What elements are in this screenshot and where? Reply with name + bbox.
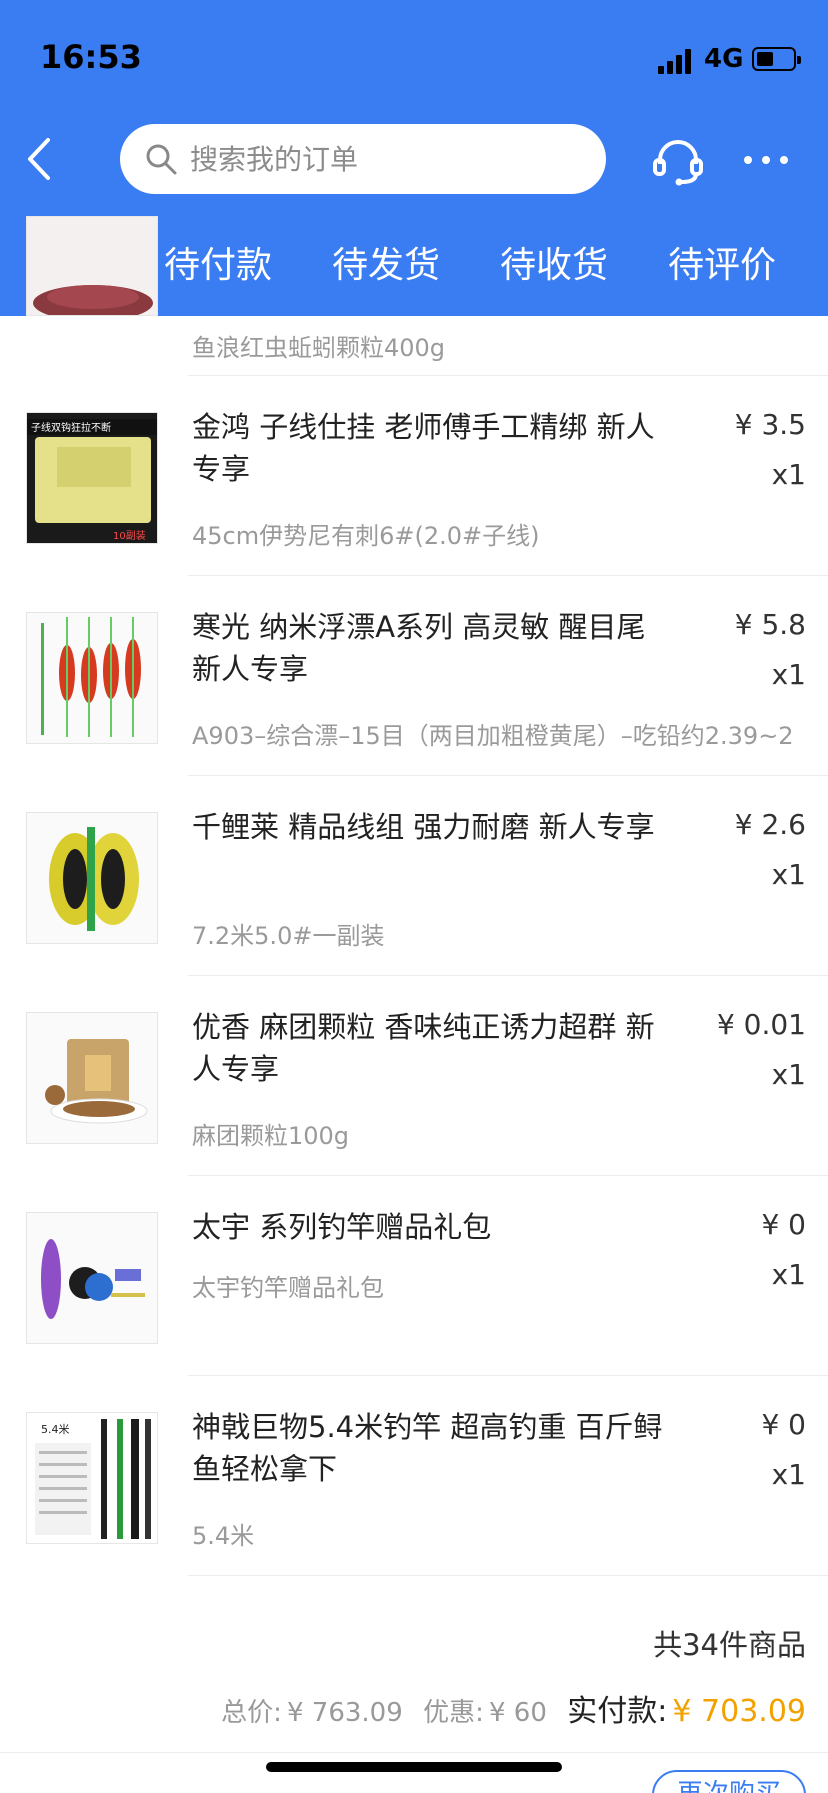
list-item[interactable]: 寒光 纳米浮漂A系列 高灵敏 醒目尾 新人专享 A903–综合漂–15目（两目加… [0, 576, 828, 776]
product-quantity: x1 [771, 1058, 806, 1091]
order-totals: 总价: ¥ 763.09 优惠: ¥ 60 实付款: ¥ 703.09 [221, 1686, 806, 1730]
product-price: ¥ 2.6 [734, 808, 806, 841]
product-image [26, 216, 158, 316]
product-title: 优香 麻团颗粒 香味纯正诱力超群 新人专享 [192, 1010, 655, 1086]
product-spec: 7.2米5.0#一副装 [192, 922, 385, 950]
search-icon [146, 144, 177, 175]
status-bar: 16:53 4G [0, 0, 828, 120]
product-spec: 麻团颗粒100g [192, 1122, 350, 1150]
product-spec: 鱼浪红虫蚯蚓颗粒400g [192, 334, 446, 362]
network-type: 4G [704, 44, 744, 74]
signal-icon [658, 48, 694, 74]
battery-icon [752, 47, 801, 71]
product-image [26, 612, 158, 744]
product-spec: 太宇钓竿赠品礼包 [192, 1274, 384, 1302]
thumb-caption: 子线双钩狂拉不断 [31, 421, 111, 434]
list-item[interactable]: 鱼浪红虫蚯蚓颗粒400g [0, 176, 828, 376]
list-item[interactable]: 优香 麻团颗粒 香味纯正诱力超群 新人专享 麻团颗粒100g ¥ 0.01 x1 [0, 976, 828, 1176]
total-label: 总价: [221, 1698, 282, 1728]
product-image [26, 812, 158, 944]
list-item[interactable]: 千鲤莱 精品线组 强力耐磨 新人专享 7.2米5.0#一副装 ¥ 2.6 x1 [0, 776, 828, 976]
product-image [26, 1012, 158, 1144]
product-quantity: x1 [771, 458, 806, 491]
product-quantity: x1 [771, 658, 806, 691]
discount-value: ¥ 60 [488, 1698, 547, 1728]
product-spec: 45cm伊势尼有刺6#(2.0#子线) [192, 522, 540, 550]
rebuy-button[interactable]: 再次购买 [652, 1770, 806, 1793]
product-price: ¥ 0 [761, 1408, 806, 1441]
paid-label: 实付款: [567, 1694, 668, 1729]
paid-value: ¥ 703.09 [672, 1694, 806, 1729]
status-time: 16:53 [40, 38, 142, 76]
more-options-icon[interactable] [744, 150, 788, 170]
list-item[interactable]: 5.4米 神戟巨物5.4米钓竿 超高钓重 百斤鲟鱼轻松拿下 5.4米 ¥ 0 x… [0, 1376, 828, 1576]
divider [188, 1575, 828, 1576]
product-spec: A903–综合漂–15目（两目加粗橙黄尾）–吃铅约2.39~2 [192, 722, 794, 750]
product-title: 金鸿 子线仕挂 老师傅手工精绑 新人专享 [192, 410, 655, 486]
product-image: 子线双钩狂拉不断 10副装 [26, 412, 158, 544]
product-price: ¥ 3.5 [734, 408, 806, 441]
product-quantity: x1 [771, 1458, 806, 1491]
product-title: 神戟巨物5.4米钓竿 超高钓重 百斤鲟鱼轻松拿下 [192, 1410, 663, 1486]
product-image: 5.4米 [26, 1412, 158, 1544]
product-title: 千鲤莱 精品线组 强力耐磨 新人专享 [192, 810, 655, 844]
home-indicator [266, 1762, 562, 1772]
discount-label: 优惠: [423, 1698, 484, 1728]
product-spec: 5.4米 [192, 1522, 255, 1550]
list-item[interactable]: 太宇 系列钓竿赠品礼包 太宇钓竿赠品礼包 ¥ 0 x1 [0, 1176, 828, 1376]
product-quantity: x1 [771, 1258, 806, 1291]
product-image [26, 1212, 158, 1344]
product-title: 寒光 纳米浮漂A系列 高灵敏 醒目尾 新人专享 [192, 610, 646, 686]
item-count: 共34件商品 [653, 1628, 806, 1662]
product-price: ¥ 0 [761, 1208, 806, 1241]
thumb-caption: 5.4米 [41, 1423, 70, 1436]
divider [0, 1752, 828, 1753]
product-price: ¥ 5.8 [734, 608, 806, 641]
product-price: ¥ 0.01 [716, 1008, 806, 1041]
thumb-badge: 10副装 [113, 529, 146, 542]
list-item[interactable]: 子线双钩狂拉不断 10副装 金鸿 子线仕挂 老师傅手工精绑 新人专享 45cm伊… [0, 376, 828, 576]
product-quantity: x1 [771, 858, 806, 891]
total-value: ¥ 763.09 [286, 1698, 403, 1728]
product-title: 太宇 系列钓竿赠品礼包 [192, 1210, 492, 1244]
